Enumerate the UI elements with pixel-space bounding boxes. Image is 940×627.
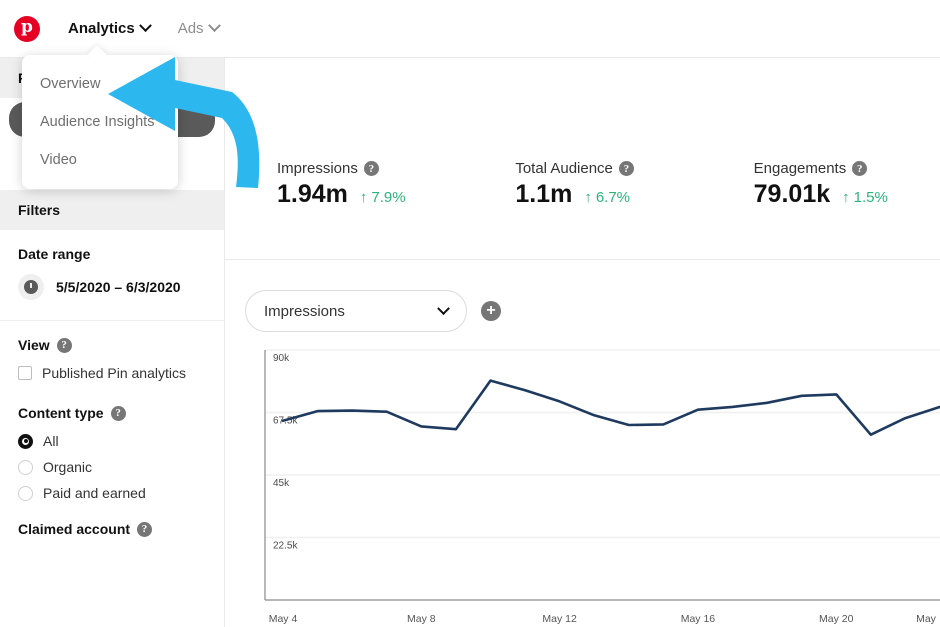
- nav-item-analytics-label: Analytics: [68, 20, 135, 37]
- metric-total-audience-delta: ↑ 6.7%: [584, 189, 630, 206]
- analytics-dropdown-menu: Overview Audience Insights Video: [22, 55, 178, 189]
- chart-gridlines: [265, 349, 940, 539]
- radio-content-type-all-label: All: [43, 433, 59, 449]
- chart-data-line: [281, 379, 940, 436]
- radio-selected-icon: [18, 433, 33, 449]
- chevron-down-icon: [138, 19, 152, 33]
- metric-engagements-row: 79.01k ↑ 1.5%: [754, 180, 940, 209]
- help-icon[interactable]: ?: [110, 405, 126, 421]
- view-label: View ?: [18, 337, 206, 353]
- date-range-value-row[interactable]: 5/5/2020 – 6/3/2020: [18, 274, 206, 300]
- clock-icon: [18, 274, 44, 300]
- help-icon[interactable]: ?: [363, 161, 379, 176]
- metric-engagements-delta-value: 1.5%: [853, 189, 888, 206]
- svg-text:May 4: May 4: [269, 613, 298, 625]
- metric-total-audience-head: Total Audience ?: [515, 160, 701, 177]
- checkbox-published-pin-analytics[interactable]: Published Pin analytics: [18, 365, 206, 381]
- claimed-account-label: Claimed account ?: [18, 521, 206, 537]
- dropdown-item-overview[interactable]: Overview: [22, 65, 178, 103]
- metric-total-audience: Total Audience ? 1.1m ↑ 6.7%: [463, 160, 701, 209]
- checkbox-published-pin-analytics-label: Published Pin analytics: [42, 365, 186, 381]
- dropdown-item-overview-label: Overview: [40, 76, 101, 92]
- metric-impressions: Impressions ? 1.94m ↑ 7.9%: [225, 160, 463, 209]
- svg-text:22.5k: 22.5k: [273, 541, 298, 552]
- radio-content-type-paid-earned-label: Paid and earned: [43, 485, 146, 501]
- view-label-text: View: [18, 337, 50, 353]
- radio-content-type-organic[interactable]: Organic: [18, 459, 206, 475]
- metric-impressions-delta-value: 7.9%: [371, 189, 406, 206]
- content-type-label: Content type ?: [18, 405, 206, 421]
- nav-item-ads[interactable]: Ads: [177, 19, 221, 37]
- radio-content-type-paid-and-earned[interactable]: Paid and earned: [18, 485, 206, 501]
- arrow-up-icon: ↑: [584, 189, 592, 206]
- metric-total-audience-delta-value: 6.7%: [595, 189, 631, 206]
- help-icon[interactable]: ?: [618, 161, 634, 176]
- nav-item-ads-label: Ads: [177, 20, 204, 37]
- date-range-label-text: Date range: [18, 246, 91, 262]
- pinterest-logo-letter: p: [21, 17, 33, 37]
- chart-controls: Impressions +: [245, 290, 501, 332]
- metric-impressions-value: 1.94m: [277, 180, 348, 208]
- metric-engagements-head: Engagements ?: [754, 160, 940, 177]
- metric-impressions-name: Impressions: [277, 160, 358, 177]
- svg-text:May: May: [916, 613, 937, 625]
- claimed-account-label-text: Claimed account: [18, 521, 131, 537]
- dropdown-item-audience-insights-label: Audience Insights: [40, 114, 155, 130]
- radio-content-type-organic-label: Organic: [43, 459, 93, 475]
- nav-item-analytics[interactable]: Analytics: [68, 19, 152, 37]
- chart-y-tick-labels: 90k67.5k45k22.5k: [273, 353, 298, 552]
- date-range-value: 5/5/2020 – 6/3/2020: [56, 279, 181, 295]
- filter-view: View ? Published Pin analytics: [0, 320, 224, 397]
- dropdown-item-audience-insights[interactable]: Audience Insights: [22, 103, 178, 141]
- add-metric-label: +: [486, 302, 496, 319]
- metrics-summary-bar: Impressions ? 1.94m ↑ 7.9% Total Audienc…: [225, 142, 940, 260]
- arrow-up-icon: ↑: [359, 189, 368, 206]
- metric-total-audience-row: 1.1m ↑ 6.7%: [515, 180, 701, 209]
- add-metric-button[interactable]: +: [481, 301, 501, 321]
- impressions-line-chart: 90k 67.5k 45k 22.5k May 4 May 8 May 12 May 16 M…: [243, 344, 940, 627]
- metric-engagements-name: Engagements: [753, 160, 847, 177]
- top-navigation-bar: p Analytics Ads: [0, 0, 940, 58]
- svg-text:May 20: May 20: [819, 613, 854, 625]
- svg-text:45k: 45k: [273, 478, 290, 489]
- dropdown-item-video[interactable]: Video: [22, 141, 178, 179]
- help-icon[interactable]: ?: [56, 337, 72, 353]
- sidebar-section-filters: Filters: [0, 190, 224, 230]
- svg-text:90k: 90k: [273, 353, 290, 364]
- chevron-down-icon: [207, 19, 221, 33]
- chart-svg: 90k67.5k45k22.5k May 4 May 8 May 12 May 16 M…: [264, 349, 940, 625]
- svg-text:May 16: May 16: [681, 613, 716, 625]
- metric-select-value: Impressions: [264, 302, 345, 320]
- svg-text:May 12: May 12: [542, 613, 577, 625]
- filter-date-range: Date range 5/5/2020 – 6/3/2020: [0, 230, 224, 306]
- arrow-up-icon: ↑: [842, 189, 850, 206]
- content-type-label-text: Content type: [18, 405, 104, 421]
- metric-engagements: Engagements ? 79.01k ↑ 1.5%: [702, 160, 940, 209]
- filter-claimed-account: Claimed account ?: [0, 517, 224, 555]
- radio-icon: [18, 459, 33, 475]
- svg-text:May 8: May 8: [407, 613, 436, 625]
- metric-engagements-delta: ↑ 1.5%: [842, 189, 888, 206]
- help-icon[interactable]: ?: [137, 521, 153, 537]
- radio-content-type-all[interactable]: All: [18, 433, 206, 449]
- pinterest-analytics-screen: p Analytics Ads Analytics Reports Overvi…: [0, 0, 940, 627]
- chevron-down-icon: [437, 301, 450, 315]
- pinterest-logo-icon[interactable]: p: [14, 15, 40, 42]
- metric-total-audience-name: Total Audience: [515, 160, 613, 177]
- chart-x-tick-labels: May 4 May 8 May 12 May 16 May 20 May: [269, 613, 937, 625]
- metric-impressions-head: Impressions ?: [277, 160, 463, 177]
- main-content: Impressions ? 1.94m ↑ 7.9% Total Audienc…: [225, 58, 940, 627]
- metric-engagements-value: 79.01k: [753, 180, 831, 208]
- help-icon[interactable]: ?: [852, 161, 868, 176]
- metric-total-audience-value: 1.1m: [515, 180, 573, 208]
- dropdown-item-video-label: Video: [40, 152, 77, 168]
- radio-icon: [18, 485, 33, 501]
- metric-impressions-delta: ↑ 7.9%: [360, 189, 406, 206]
- metric-impressions-row: 1.94m ↑ 7.9%: [277, 180, 463, 209]
- filter-content-type: Content type ? All Organic Paid and earn…: [0, 397, 224, 517]
- metric-select-dropdown[interactable]: Impressions: [245, 290, 467, 332]
- checkbox-icon: [18, 366, 32, 380]
- date-range-label: Date range: [18, 246, 206, 262]
